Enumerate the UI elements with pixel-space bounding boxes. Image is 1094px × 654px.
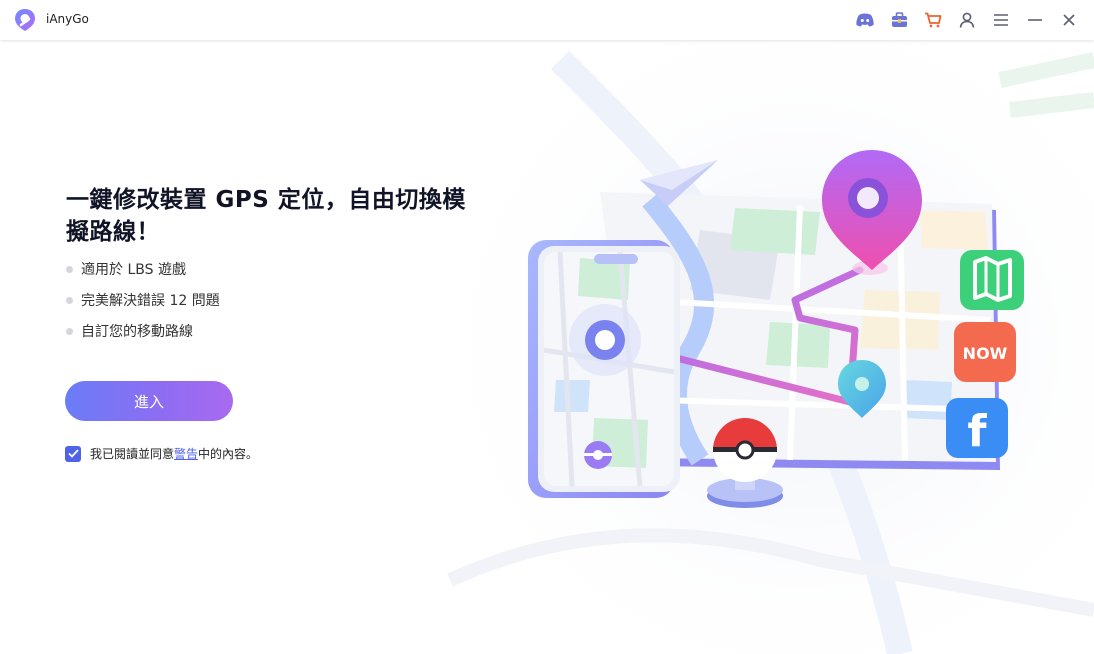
svg-text:NOW: NOW (963, 344, 1008, 363)
facebook-app-icon: f (946, 398, 1008, 458)
headline-line-1: 一鍵修改裝置 GPS 定位，自由切換模 (66, 187, 466, 213)
checkmark-icon (67, 449, 79, 458)
agree-suffix: 中的內容。 (198, 447, 259, 461)
cart-icon[interactable] (923, 10, 943, 30)
feature-item: 完美解決錯誤 12 問題 (66, 289, 220, 320)
agree-prefix: 我已閱讀並同意 (90, 447, 175, 461)
minimize-icon[interactable] (1025, 10, 1045, 30)
now-app-icon: NOW (954, 322, 1016, 382)
svg-text:f: f (967, 406, 987, 457)
title-bar: iAnyGo (0, 0, 1094, 40)
map-app-icon (960, 250, 1024, 310)
menu-icon[interactable] (991, 10, 1011, 30)
agree-checkbox[interactable] (65, 445, 81, 462)
app-title: iAnyGo (46, 12, 89, 26)
close-icon[interactable] (1059, 10, 1079, 30)
enter-button[interactable]: 進入 (65, 381, 233, 421)
account-icon[interactable] (957, 10, 977, 30)
discord-icon[interactable] (855, 10, 875, 30)
toolbox-icon[interactable] (889, 10, 909, 30)
warning-link[interactable]: 警告 (174, 445, 198, 462)
iAnyGo-logo-icon (15, 9, 35, 31)
phone-device (528, 240, 680, 498)
agreement-row: 我已閱讀並同意 警告 中的內容。 (65, 445, 258, 462)
feature-item: 自訂您的移動路線 (66, 320, 220, 351)
map-illustration: NOW f (440, 40, 1094, 654)
headline-line-2: 擬路線！ (66, 219, 160, 245)
page-headline: 一鍵修改裝置 GPS 定位，自由切換模 擬路線！ (66, 184, 476, 248)
feature-item: 適用於 LBS 遊戲 (66, 258, 220, 289)
feature-list: 適用於 LBS 遊戲 完美解決錯誤 12 問題 自訂您的移動路線 (66, 258, 220, 351)
